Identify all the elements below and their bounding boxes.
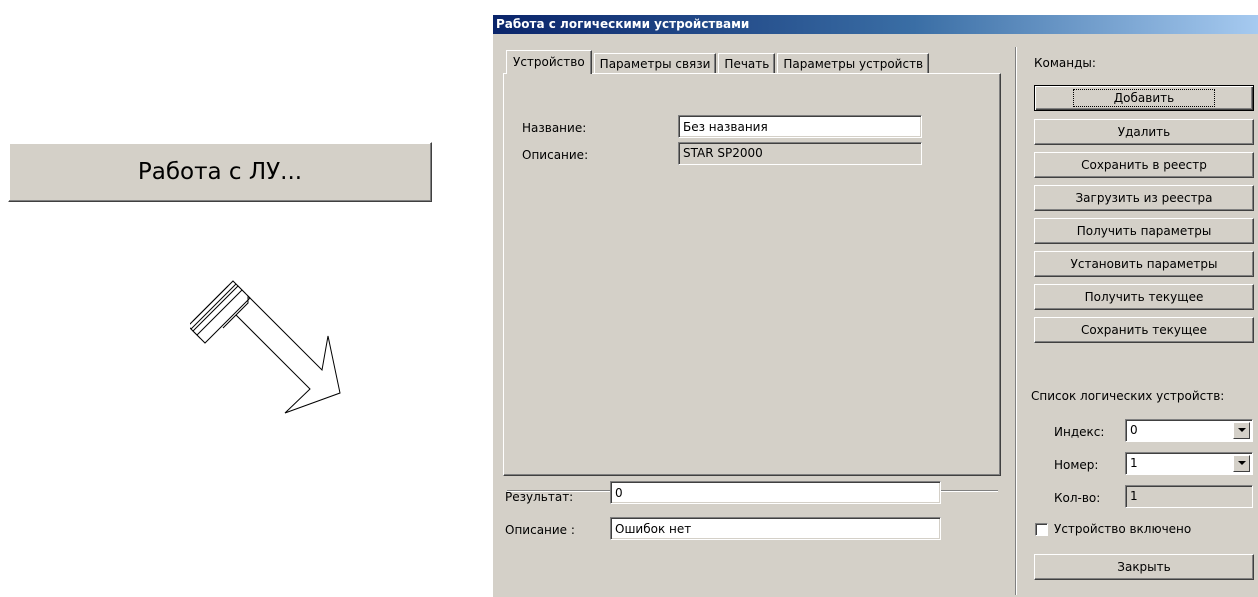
work-with-logical-devices-button[interactable]: Работа с ЛУ... [8,142,432,202]
tab-printing[interactable]: Печать [718,53,776,73]
dialog-title: Работа с логическими устройствами [496,17,750,31]
add-button[interactable]: Добавить [1034,85,1254,111]
name-label: Название: [522,121,587,135]
result-label: Результат: [505,490,574,504]
number-select[interactable]: 1 [1125,452,1253,475]
device-list-header: Список логических устройств: [1031,389,1225,403]
number-value: 1 [1130,456,1138,470]
logical-devices-dialog: Работа с логическими устройствами Устрой… [492,14,1258,597]
device-enabled-checkbox[interactable] [1035,523,1048,536]
result-field[interactable] [610,481,941,504]
device-tab-panel: Название: Описание: STAR SP2000 [503,73,1001,476]
tab-strip: Устройство Параметры связи Печать Параме… [506,50,931,74]
tab-device[interactable]: Устройство [506,50,592,74]
close-button[interactable]: Закрыть [1034,554,1254,580]
load-from-registry-button[interactable]: Загрузить из реестра [1034,185,1254,211]
index-select[interactable]: 0 [1125,419,1253,442]
count-label: Кол-во: [1054,491,1101,505]
index-label: Индекс: [1054,425,1105,439]
commands-header: Команды: [1034,56,1096,70]
result-description-label: Описание : [505,523,575,537]
description-label: Описание: [522,148,589,162]
save-to-registry-button[interactable]: Сохранить в реестр [1034,152,1254,178]
count-field: 1 [1125,485,1253,508]
device-enabled-label: Устройство включено [1054,522,1192,536]
arrow-down-right-icon [190,280,341,414]
number-label: Номер: [1054,458,1099,472]
result-description-field[interactable] [610,517,941,540]
index-value: 0 [1130,423,1138,437]
set-params-button[interactable]: Установить параметры [1034,251,1254,277]
get-params-button[interactable]: Получить параметры [1034,218,1254,244]
chevron-down-icon[interactable] [1233,455,1250,472]
description-field: STAR SP2000 [678,142,922,165]
tab-connection-params[interactable]: Параметры связи [593,53,717,73]
vertical-separator [1015,47,1017,595]
launch-button-label: Работа с ЛУ... [137,159,303,185]
chevron-down-icon[interactable] [1233,422,1250,439]
name-field[interactable] [678,115,922,138]
delete-button[interactable]: Удалить [1034,119,1254,145]
dialog-titlebar: Работа с логическими устройствами [493,15,1258,34]
get-current-button[interactable]: Получить текущее [1034,284,1254,310]
tab-device-params[interactable]: Параметры устройств [777,53,930,73]
save-current-button[interactable]: Сохранить текущее [1034,317,1254,343]
